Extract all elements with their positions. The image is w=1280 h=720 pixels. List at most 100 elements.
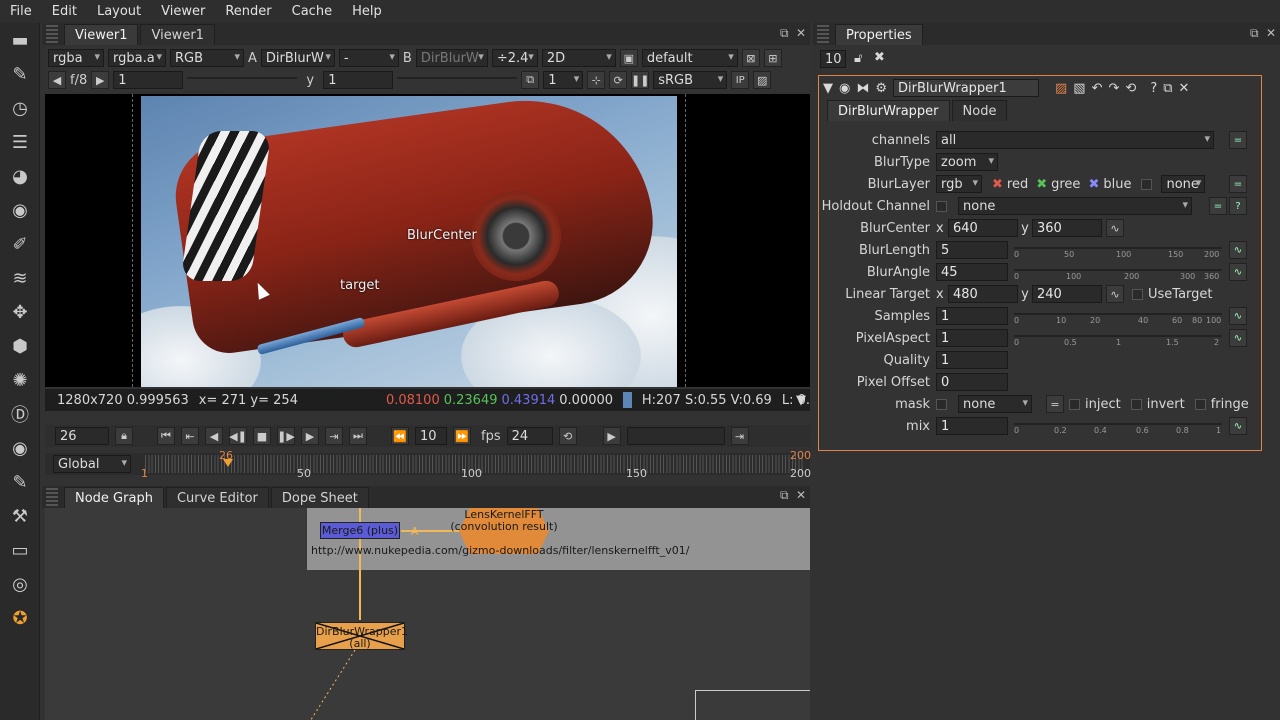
tab-viewer1-b[interactable]: Viewer1 xyxy=(140,24,215,45)
holdout-dropdown[interactable]: none xyxy=(958,197,1192,215)
first-frame-icon[interactable]: ⏮ xyxy=(157,427,175,445)
graph-close-icon[interactable]: ✕ xyxy=(796,488,806,502)
timecode-field[interactable] xyxy=(626,427,725,445)
blurlayer-eq-button[interactable]: = xyxy=(1229,175,1247,193)
pixelaspect-slider[interactable]: 0 0.5 1 1.5 2 xyxy=(1014,329,1222,347)
panel-grip[interactable] xyxy=(46,25,58,43)
properties-close-icon[interactable]: ✕ xyxy=(1266,26,1276,40)
last-frame-icon[interactable]: ⏭ xyxy=(349,427,367,445)
particles-icon[interactable]: ✺ xyxy=(0,363,40,397)
tab-node[interactable]: Node xyxy=(951,100,1008,121)
display-lut-select[interactable]: sRGB xyxy=(653,71,728,89)
proxy-select[interactable]: 1 xyxy=(543,71,584,89)
center-node-icon[interactable]: ◉ xyxy=(839,81,850,96)
wipe-icon[interactable]: ⊞ xyxy=(763,49,782,67)
menu-render[interactable]: Render xyxy=(215,4,281,19)
transform-icon[interactable]: ✥ xyxy=(0,295,40,329)
merge-node[interactable]: Merge6 (plus) xyxy=(320,522,400,539)
3d-icon[interactable]: ⬢ xyxy=(0,329,40,363)
gamma-field[interactable]: 1 xyxy=(323,71,394,89)
target-handle[interactable]: target xyxy=(340,278,380,293)
input-icon[interactable]: ⧓ xyxy=(856,81,869,96)
nuke-icon[interactable]: ✪ xyxy=(0,601,40,635)
play-forward-icon[interactable]: ❚▶ xyxy=(277,427,295,445)
furnace-icon[interactable]: ◎ xyxy=(0,567,40,601)
channels-eq-button[interactable]: = xyxy=(1229,131,1247,149)
node-graph[interactable]: Merge6 (plus) A LensKernelFFT (convoluti… xyxy=(45,508,810,720)
keyer-icon[interactable]: ✐ xyxy=(0,227,40,261)
alpha-checkbox[interactable] xyxy=(1141,178,1153,190)
redo-icon[interactable]: ↷ xyxy=(1109,81,1120,96)
pixelaspect-field[interactable]: 1 xyxy=(936,329,1008,347)
samples-field[interactable]: 1 xyxy=(936,307,1008,325)
paint-icon[interactable]: ✎ xyxy=(0,57,40,91)
menu-edit[interactable]: Edit xyxy=(42,4,87,19)
stop-icon[interactable]: ■ xyxy=(253,427,271,445)
play-backward-icon[interactable]: ◀❚ xyxy=(229,427,247,445)
a-input-select[interactable]: DirBlurW xyxy=(260,49,335,67)
dirblur-node[interactable]: DirBlurWrapper1 (all) xyxy=(315,622,408,650)
target-x-field[interactable]: 480 xyxy=(948,285,1018,303)
inject-checkbox[interactable] xyxy=(1069,398,1080,410)
clear-panels-icon[interactable]: ✖ xyxy=(874,50,885,65)
red-check-icon[interactable]: ✖ xyxy=(992,177,1003,192)
viewer-close-icon[interactable]: ✕ xyxy=(796,26,806,40)
holdout-checkbox[interactable] xyxy=(936,200,947,212)
graph-grip[interactable] xyxy=(46,488,58,506)
node-name-field[interactable]: DirBlurWrapper1 xyxy=(893,79,1039,97)
skip-forward-icon[interactable]: ⏩ xyxy=(453,427,471,445)
tab-node-graph[interactable]: Node Graph xyxy=(64,487,164,508)
mix-slider[interactable]: 0 0.2 0.4 0.6 0.8 1 xyxy=(1014,417,1222,435)
blurlayer-dropdown[interactable]: rgb xyxy=(936,175,982,193)
range-select[interactable]: Global xyxy=(53,455,131,473)
time-icon[interactable]: ◷ xyxy=(0,91,40,125)
blurlength-field[interactable]: 5 xyxy=(936,241,1008,259)
composite-select[interactable]: - xyxy=(338,49,399,67)
close-panel-icon[interactable]: ✕ xyxy=(1179,81,1190,96)
menu-file[interactable]: File xyxy=(0,4,42,19)
mask-dropdown[interactable]: none xyxy=(958,395,1032,413)
next-keyframe-icon[interactable]: ⇥ xyxy=(325,427,343,445)
viewer-node[interactable] xyxy=(695,690,810,720)
tab-dope-sheet[interactable]: Dope Sheet xyxy=(270,487,369,508)
other-icon[interactable]: ▭ xyxy=(0,533,40,567)
camera-icon[interactable]: ▣ xyxy=(619,49,638,67)
holdout-help-button[interactable]: ? xyxy=(1229,197,1247,215)
quality-field[interactable]: 1 xyxy=(936,351,1008,369)
zebra-icon[interactable]: ▨ xyxy=(753,71,772,89)
samples-curve-icon[interactable]: ∿ xyxy=(1229,307,1247,325)
gamma-slider[interactable] xyxy=(397,71,518,89)
infobar-menu-icon[interactable]: ▼ xyxy=(796,393,806,408)
prev-keyframe-icon[interactable]: ⇤ xyxy=(181,427,199,445)
help-icon[interactable]: ? xyxy=(1150,81,1157,96)
refresh-icon[interactable]: ⟳ xyxy=(609,71,628,89)
blurcenter-handle[interactable]: BlurCenter xyxy=(407,228,477,243)
colorspace-select[interactable]: RGB xyxy=(170,49,244,67)
blurangle-curve-icon[interactable]: ∿ xyxy=(1229,263,1247,281)
blue-check-icon[interactable]: ✖ xyxy=(1088,177,1099,192)
blurcenter-y-field[interactable]: 360 xyxy=(1032,219,1102,237)
gain-field[interactable]: 1 xyxy=(113,71,184,89)
node-color-icon[interactable]: ▨ xyxy=(1055,81,1067,96)
samples-slider[interactable]: 0 10 20 40 60 80 100 xyxy=(1014,307,1222,325)
gain-select[interactable]: ÷2.4 xyxy=(491,49,538,67)
current-frame-field[interactable]: 26 xyxy=(55,427,109,445)
revert-icon[interactable]: ⟲ xyxy=(1125,81,1136,96)
playhead-marker[interactable] xyxy=(223,459,233,467)
fps-field[interactable]: 24 xyxy=(506,427,553,445)
graph-float-icon[interactable]: ⧉ xyxy=(780,488,789,503)
flipbook-icon[interactable]: ▶ xyxy=(602,427,621,445)
layer-select[interactable]: rgba.a xyxy=(108,49,166,67)
lut-select[interactable]: default xyxy=(641,49,738,67)
blurcenter-curve-icon[interactable]: ∿ xyxy=(1106,219,1124,237)
tab-curve-editor[interactable]: Curve Editor xyxy=(165,487,269,508)
mix-field[interactable]: 1 xyxy=(936,417,1008,435)
color-icon[interactable]: ◕ xyxy=(0,159,40,193)
blurangle-field[interactable]: 45 xyxy=(936,263,1008,281)
view-mode-select[interactable]: 2D xyxy=(541,49,616,67)
pause-icon[interactable]: ❚❚ xyxy=(631,71,649,89)
channels-dropdown[interactable]: all xyxy=(936,131,1214,149)
viewer-float-icon[interactable]: ⧉ xyxy=(780,26,789,41)
tab-properties[interactable]: Properties xyxy=(835,24,923,45)
views-icon[interactable]: ◉ xyxy=(0,431,40,465)
